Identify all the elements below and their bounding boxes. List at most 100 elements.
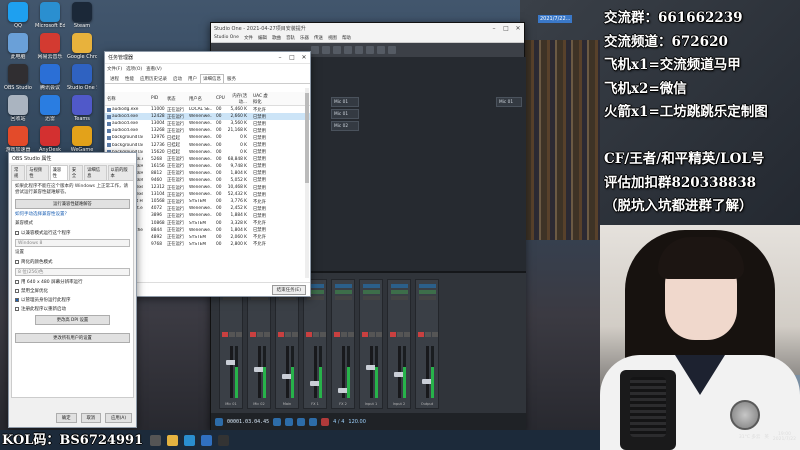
menu-item[interactable]: 选项(O) — [126, 66, 142, 72]
mixer-channel[interactable]: FX 1 — [303, 279, 327, 409]
tool-paint-icon[interactable] — [355, 46, 363, 54]
tool-split-icon[interactable] — [333, 46, 341, 54]
track-header[interactable]: Mic 01 — [331, 97, 359, 107]
table-row[interactable]: audiocd.exe 13268 正在运行 Wenenwe... 00 21,168 K… — [105, 127, 310, 134]
record-arm-button[interactable] — [362, 332, 368, 337]
checkbox-box[interactable] — [15, 307, 19, 311]
column-header[interactable]: 名称 — [105, 96, 143, 102]
taskmgr-tab[interactable]: 性能 — [122, 74, 137, 83]
minimize-icon[interactable]: – — [274, 54, 286, 61]
monitor-button[interactable] — [397, 332, 403, 337]
monitor-button[interactable] — [257, 332, 263, 337]
table-row[interactable]: audiodg.exe 11000 正在运行 LOCAL SE... 00 5,460 K… — [105, 106, 310, 113]
column-header[interactable]: UAC 虚拟化 — [251, 93, 271, 105]
insert-slot[interactable] — [419, 284, 436, 288]
menu-item[interactable]: 文件 — [244, 35, 253, 41]
volume-fader[interactable] — [426, 346, 429, 398]
obs-tab[interactable]: 以前的版本 — [107, 165, 135, 180]
checkbox-box[interactable] — [15, 298, 19, 302]
mute-button[interactable] — [404, 332, 410, 337]
scrollbar[interactable] — [305, 88, 309, 278]
table-row[interactable]: backgroundTaskH... 12976已挂起 Wenenwe... 00 0 … — [105, 134, 310, 141]
record-arm-button[interactable] — [390, 332, 396, 337]
send-slot[interactable] — [419, 296, 436, 300]
minimize-icon[interactable]: – — [488, 25, 500, 32]
loop-icon[interactable] — [273, 418, 282, 426]
maximize-icon[interactable]: □ — [286, 54, 298, 61]
menu-item[interactable]: 歌曲 — [272, 35, 281, 41]
volume-fader[interactable] — [230, 346, 233, 398]
clock[interactable]: 19:00 2021/7/22 — [773, 432, 796, 442]
obs-tab[interactable]: 常规 — [11, 165, 26, 180]
mixer-channel[interactable]: Input 2 — [387, 279, 411, 409]
rewind-icon[interactable] — [285, 418, 294, 426]
fullscreen-opt-checkbox[interactable]: 禁用全屏优化 — [15, 288, 130, 294]
mixer-channel[interactable]: Mic 02 — [247, 279, 271, 409]
volume-fader[interactable] — [258, 346, 261, 398]
obs-tab[interactable]: 安全 — [68, 165, 84, 180]
mute-button[interactable] — [292, 332, 298, 337]
insert-slot[interactable] — [335, 284, 352, 288]
column-header[interactable]: 用户名 — [185, 96, 212, 102]
checkbox-box[interactable] — [15, 260, 19, 264]
taskmgr-tab[interactable]: 详细信息 — [200, 74, 224, 83]
send-slot[interactable] — [363, 296, 380, 300]
send-slot[interactable] — [335, 290, 352, 294]
checkbox-box[interactable] — [15, 289, 19, 293]
taskmgr-tab[interactable]: 启动 — [170, 74, 185, 83]
menu-item[interactable]: 乐器 — [300, 35, 309, 41]
table-row[interactable]: backgroundTaskH... 12736已挂起 Wenenwe... 00 0 … — [105, 141, 310, 148]
volume-fader[interactable] — [370, 346, 373, 398]
column-header[interactable]: PID — [143, 96, 159, 101]
obs-tab[interactable]: 兼容性 — [49, 165, 68, 180]
monitor-button[interactable] — [341, 332, 347, 337]
task-view-icon[interactable] — [150, 434, 161, 446]
checkbox-box[interactable] — [15, 231, 19, 235]
ok-button[interactable]: 确定 — [55, 413, 77, 423]
menu-item[interactable]: 编辑 — [258, 35, 267, 41]
send-slot[interactable] — [391, 290, 408, 294]
file-explorer-icon[interactable] — [167, 434, 178, 446]
menu-item[interactable]: 传送 — [314, 35, 323, 41]
menu-item[interactable]: 音轨 — [286, 35, 295, 41]
dpi-settings-button[interactable]: 更改高 DPI 设置 — [35, 315, 110, 325]
all-users-button[interactable]: 更改所有用户的设置 — [15, 333, 130, 343]
table-row[interactable]: audiocd.exe 12428 正在运行 Wenenwe... 00 2,660 K 已… — [105, 113, 310, 121]
studio-one-taskbar-icon[interactable] — [201, 434, 212, 446]
close-icon[interactable]: ✕ — [298, 54, 310, 61]
track-header[interactable]: Mic 02 — [331, 121, 359, 131]
column-header[interactable]: CPU — [212, 96, 226, 101]
menu-item[interactable]: 查看(V) — [146, 66, 162, 72]
menu-item[interactable]: 帮助 — [342, 35, 351, 41]
menu-item[interactable]: Studio One — [214, 35, 239, 40]
run-troubleshooter-button[interactable]: 运行兼容性疑难解答 — [15, 199, 130, 209]
taskmgr-tab[interactable]: 用户 — [185, 74, 200, 83]
mixer-channel[interactable]: Mic 01 — [219, 279, 243, 409]
record-arm-button[interactable] — [306, 332, 312, 337]
color-select[interactable]: 8 位(256)色 — [15, 268, 130, 276]
taskmgr-tab[interactable]: 服务 — [224, 74, 239, 83]
monitor-button[interactable] — [369, 332, 375, 337]
volume-fader[interactable] — [314, 346, 317, 398]
tool-eraser-icon[interactable] — [344, 46, 352, 54]
table-row[interactable]: audiocd.exe 13004 正在运行 Wenenwe... 00 3,560 K 已… — [105, 120, 310, 127]
resolution-checkbox[interactable]: 用 640 x 480 屏幕分辨率运行 — [15, 279, 130, 285]
close-icon[interactable]: ✕ — [512, 25, 524, 32]
send-slot[interactable] — [391, 296, 408, 300]
register-restart-checkbox[interactable]: 注册此程序以重新启动 — [15, 306, 130, 312]
record-arm-button[interactable] — [278, 332, 284, 337]
maximize-icon[interactable]: □ — [500, 25, 512, 32]
monitor-button[interactable] — [285, 332, 291, 337]
record-arm-button[interactable] — [418, 332, 424, 337]
run-as-admin-checkbox[interactable]: 以管理员身份运行此程序 — [15, 297, 130, 303]
manual-compat-link[interactable]: 如何手动选择兼容性设置？ — [15, 212, 130, 218]
obs-tab[interactable]: 与视频性 — [26, 165, 49, 180]
record-arm-button[interactable] — [334, 332, 340, 337]
monitor-button[interactable] — [425, 332, 431, 337]
tool-arrow-icon[interactable] — [311, 46, 319, 54]
reduced-color-checkbox[interactable]: 简化的颜色模式 — [15, 259, 130, 265]
tool-listen-icon[interactable] — [388, 46, 396, 54]
stop-icon[interactable] — [297, 418, 306, 426]
menu-item[interactable]: 文件(F) — [107, 66, 122, 72]
mixer-channel[interactable]: Input 1 — [359, 279, 383, 409]
